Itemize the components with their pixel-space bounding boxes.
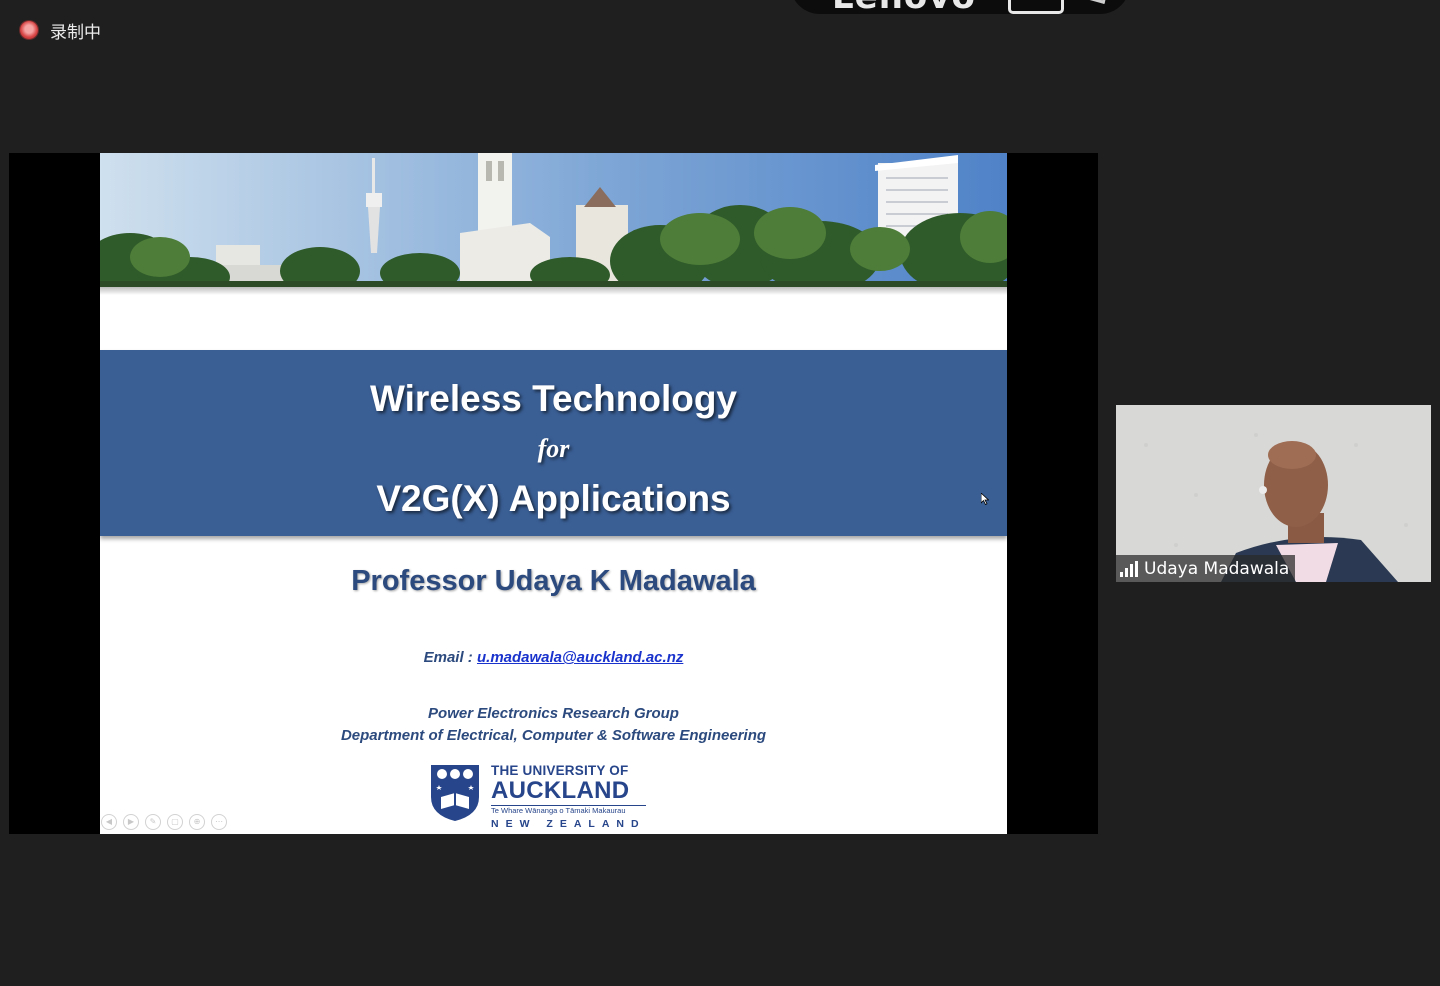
affiliation: Power Electronics Research Group Departm… <box>100 703 1007 747</box>
email-line: Email : u.madawala@auckland.ac.nz <box>100 649 1007 666</box>
research-group: Power Electronics Research Group <box>428 705 679 722</box>
arrow-icon <box>1080 0 1109 4</box>
more-icon[interactable]: ⋯ <box>211 814 227 830</box>
recording-label: 录制中 <box>50 22 101 43</box>
title-band: Wireless Technology for V2G(X) Applicati… <box>100 350 1007 536</box>
email-link[interactable]: u.madawala@auckland.ac.nz <box>477 649 683 666</box>
device-icon <box>1008 0 1064 14</box>
university-logo: THE UNIVERSITY OF AUCKLAND Te Whare Wāna… <box>429 763 646 829</box>
presentation-slide: Wireless Technology for V2G(X) Applicati… <box>100 153 1007 834</box>
slide-title-line-2: for <box>537 434 570 463</box>
slide-title-line-1: Wireless Technology <box>369 378 738 419</box>
top-device-banner: Lenovo <box>790 0 1130 14</box>
next-icon[interactable]: ▶ <box>123 814 139 830</box>
slideshow-controls: ◀ ▶ ✎ ▢ ⊕ ⋯ <box>100 814 227 830</box>
city-banner-image <box>100 153 1007 287</box>
banner-shadow <box>100 287 1007 295</box>
logo-line-4: NEW ZEALAND <box>491 818 646 830</box>
shared-screen[interactable]: Wireless Technology for V2G(X) Applicati… <box>9 153 1098 834</box>
logo-line-3: Te Whare Wānanga o Tāmaki Makaurau <box>491 804 646 815</box>
recording-indicator: 录制中 <box>20 18 101 43</box>
logo-line-1: THE UNIVERSITY OF <box>491 763 629 778</box>
pen-icon[interactable]: ✎ <box>145 814 161 830</box>
logo-line-2: AUCKLAND <box>491 776 630 804</box>
zoom-icon[interactable]: ⊕ <box>189 814 205 830</box>
participant-name: Udaya Madawala <box>1144 558 1290 579</box>
signal-bars-icon <box>1120 560 1138 577</box>
mouse-cursor-icon <box>981 493 989 505</box>
prev-icon[interactable]: ◀ <box>101 814 117 830</box>
record-dot-icon <box>20 21 38 39</box>
participant-video[interactable]: Udaya Madawala <box>1116 405 1431 582</box>
email-label: Email : <box>423 649 477 666</box>
department: Department of Electrical, Computer & Sof… <box>340 727 767 744</box>
university-wordmark: THE UNIVERSITY OF AUCKLAND Te Whare Wāna… <box>491 763 646 829</box>
presenter-name: Professor Udaya K Madawala <box>351 565 756 597</box>
slide-title-line-3: V2G(X) Applications <box>376 478 731 519</box>
university-crest-icon <box>431 765 479 821</box>
brand-label: Lenovo <box>832 0 976 14</box>
participant-nameplate: Udaya Madawala <box>1116 555 1296 582</box>
slides-icon[interactable]: ▢ <box>167 814 183 830</box>
